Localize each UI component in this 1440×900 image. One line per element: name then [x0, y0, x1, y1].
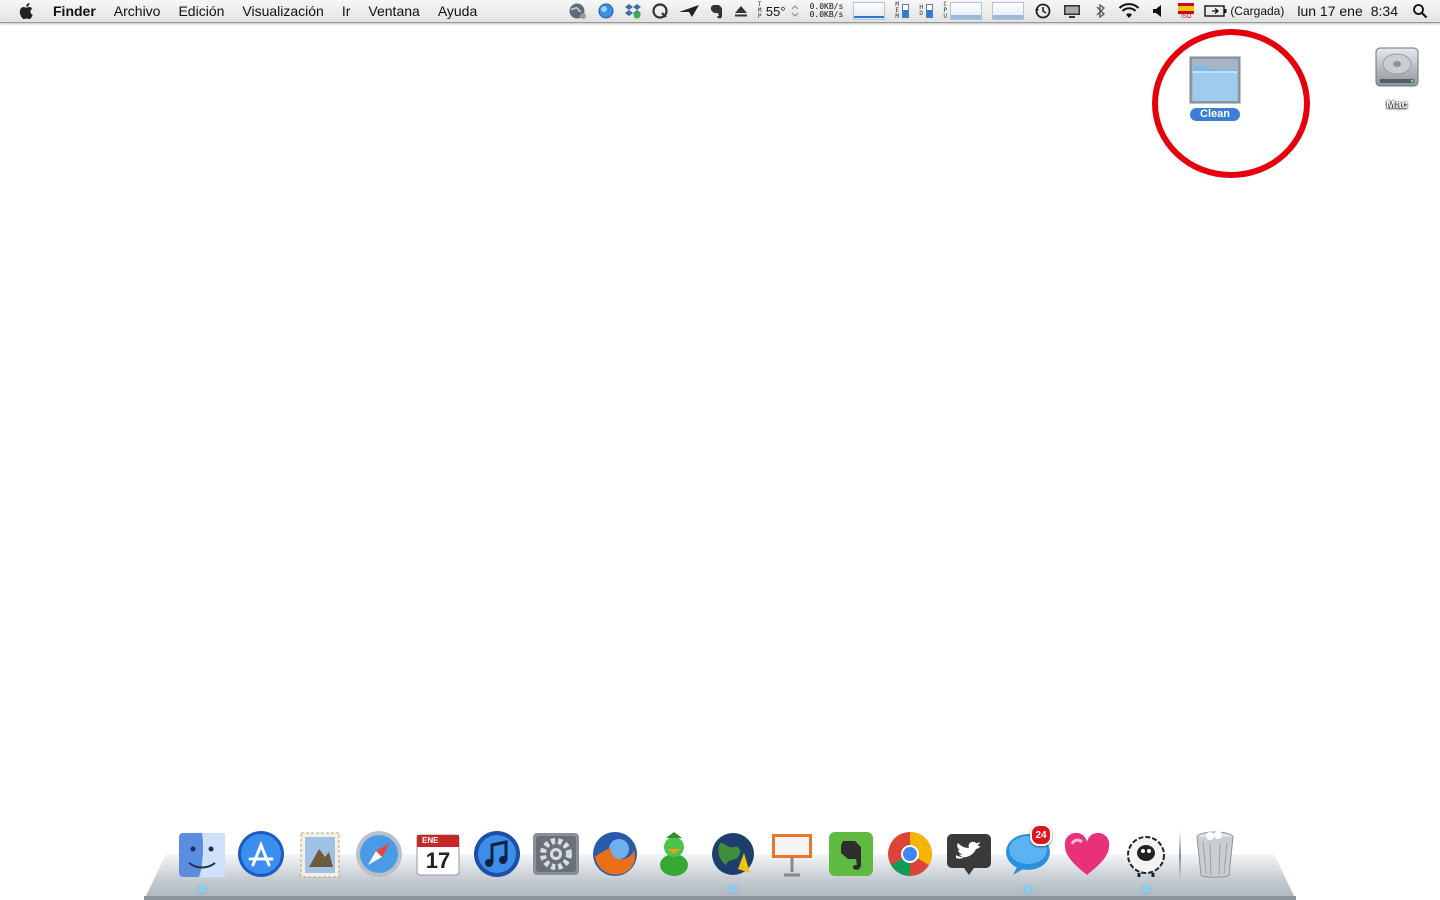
dock-google-earth[interactable] [707, 826, 759, 892]
disk-bar [926, 4, 934, 18]
status-menus: TMP 55° 0.0KB/s 0.0KB/s MEM HD CPU ISO (… [563, 0, 1440, 22]
dock-itunes[interactable] [471, 826, 523, 882]
firefox-icon [593, 832, 637, 876]
finder-icon [179, 833, 225, 877]
network-monitor[interactable]: 0.0KB/s 0.0KB/s [805, 0, 849, 22]
itunes-icon [474, 831, 520, 877]
bubble-status-icon[interactable] [593, 0, 619, 22]
dock-separator [1179, 830, 1181, 882]
memory-monitor[interactable]: MEM [890, 0, 914, 22]
paper-plane-icon[interactable] [673, 0, 705, 22]
menu-bar: Finder Archivo Edición Visualización Ir … [0, 0, 1440, 23]
input-source-label: ISO [1181, 13, 1192, 20]
dock-safari[interactable] [353, 826, 405, 882]
menu-ayuda[interactable]: Ayuda [429, 0, 486, 22]
eject-icon[interactable] [729, 0, 753, 22]
drive-label: Mac [1386, 99, 1408, 111]
trash-icon [1196, 831, 1234, 878]
calendar-day: 17 [425, 848, 451, 873]
clock[interactable]: lun 17 ene 8:34 [1289, 0, 1406, 22]
input-source-flag[interactable]: ISO [1173, 0, 1199, 22]
menu-finder[interactable]: Finder [44, 0, 105, 22]
highlight-circle-annotation [1152, 29, 1310, 178]
heart-icon [1064, 832, 1110, 875]
menu-visualizacion[interactable]: Visualización [233, 0, 332, 22]
menu-archivo[interactable]: Archivo [105, 0, 170, 22]
menu-bar-left: Finder Archivo Edición Visualización Ir … [0, 0, 486, 22]
dock-adium[interactable] [648, 826, 700, 882]
safari-compass-icon [356, 831, 402, 877]
cpu-graph [950, 2, 983, 20]
bluetooth-icon[interactable] [1087, 0, 1113, 22]
spotlight-search-icon[interactable] [1406, 0, 1440, 22]
quicksilver-icon[interactable] [647, 0, 673, 22]
dock-app-store[interactable] [235, 826, 287, 882]
adium-duck-icon [660, 832, 688, 876]
dock-ical[interactable]: ENE 17 [412, 826, 464, 882]
battery-charging-icon [1204, 5, 1227, 17]
dock-system-preferences[interactable] [530, 826, 582, 882]
display-mirroring-icon[interactable] [1057, 0, 1087, 22]
wifi-icon[interactable] [1113, 0, 1145, 22]
mail-stamp-icon [300, 832, 340, 878]
chrome-icon [888, 832, 932, 876]
disk-label: HD [919, 4, 923, 17]
dock-finder[interactable] [176, 826, 228, 892]
battery-status[interactable]: (Cargada) [1199, 0, 1289, 22]
dock: ENE 17 24 [176, 822, 1248, 892]
desktop-drive-mac[interactable]: Mac [1372, 42, 1422, 111]
evernote-icon [829, 832, 873, 876]
network-download-rate: 0.0KB/s [809, 10, 844, 19]
battery-status-text: (Cargada) [1230, 4, 1285, 18]
dock-keynote[interactable] [766, 826, 818, 882]
keynote-podium-icon [772, 834, 812, 877]
notification-badge: 24 [1030, 824, 1052, 846]
cpu-monitor[interactable]: CPU [938, 0, 987, 22]
gear-icon [533, 833, 579, 875]
running-indicator [1025, 886, 1031, 892]
globe-status-icon[interactable] [563, 0, 593, 22]
dock-trash[interactable] [1189, 826, 1241, 882]
running-indicator [730, 886, 736, 892]
dock-firefox[interactable] [589, 826, 641, 882]
disk-monitor[interactable]: HD [914, 0, 938, 22]
apple-menu-icon[interactable] [16, 0, 38, 22]
running-indicator [1143, 886, 1149, 892]
temperature-monitor[interactable]: TMP 55° [753, 0, 805, 22]
hard-drive-icon [1372, 42, 1422, 97]
sheep-icon [1127, 836, 1165, 877]
globe-icon [712, 833, 754, 875]
dock-chrome[interactable] [884, 826, 936, 882]
temperature-value: 55° [765, 3, 786, 19]
network-graph [848, 0, 890, 22]
volume-icon[interactable] [1145, 0, 1173, 22]
evernote-status-icon[interactable] [705, 0, 729, 22]
dock-chat[interactable]: 24 [1002, 824, 1054, 892]
menu-edicion[interactable]: Edición [169, 0, 233, 22]
memory-bar [902, 4, 910, 18]
chevron-up-down-icon [791, 5, 798, 17]
calendar-month: ENE [422, 836, 439, 845]
cpu-label: CPU [943, 1, 947, 20]
spain-flag-icon [1178, 2, 1195, 14]
dock-shelf-edge [144, 896, 1296, 900]
dock-sheep-app[interactable] [1120, 826, 1172, 892]
dropbox-sync-icon[interactable] [619, 0, 647, 22]
dock-evernote[interactable] [825, 826, 877, 882]
activity-graph [987, 0, 1029, 22]
app-store-icon [238, 831, 284, 877]
twitter-bird-icon [947, 834, 991, 875]
time-machine-icon[interactable] [1029, 0, 1057, 22]
clock-date: lun 17 ene [1297, 3, 1363, 19]
memory-label: MEM [895, 1, 899, 20]
running-indicator [199, 886, 205, 892]
dock-heart-app[interactable] [1061, 826, 1113, 882]
dock-twitter[interactable] [943, 826, 995, 882]
menu-ir[interactable]: Ir [333, 0, 360, 22]
temperature-label: TMP [757, 1, 762, 20]
clock-time: 8:34 [1370, 3, 1398, 19]
menu-ventana[interactable]: Ventana [359, 0, 428, 22]
dock-mail[interactable] [294, 826, 346, 882]
